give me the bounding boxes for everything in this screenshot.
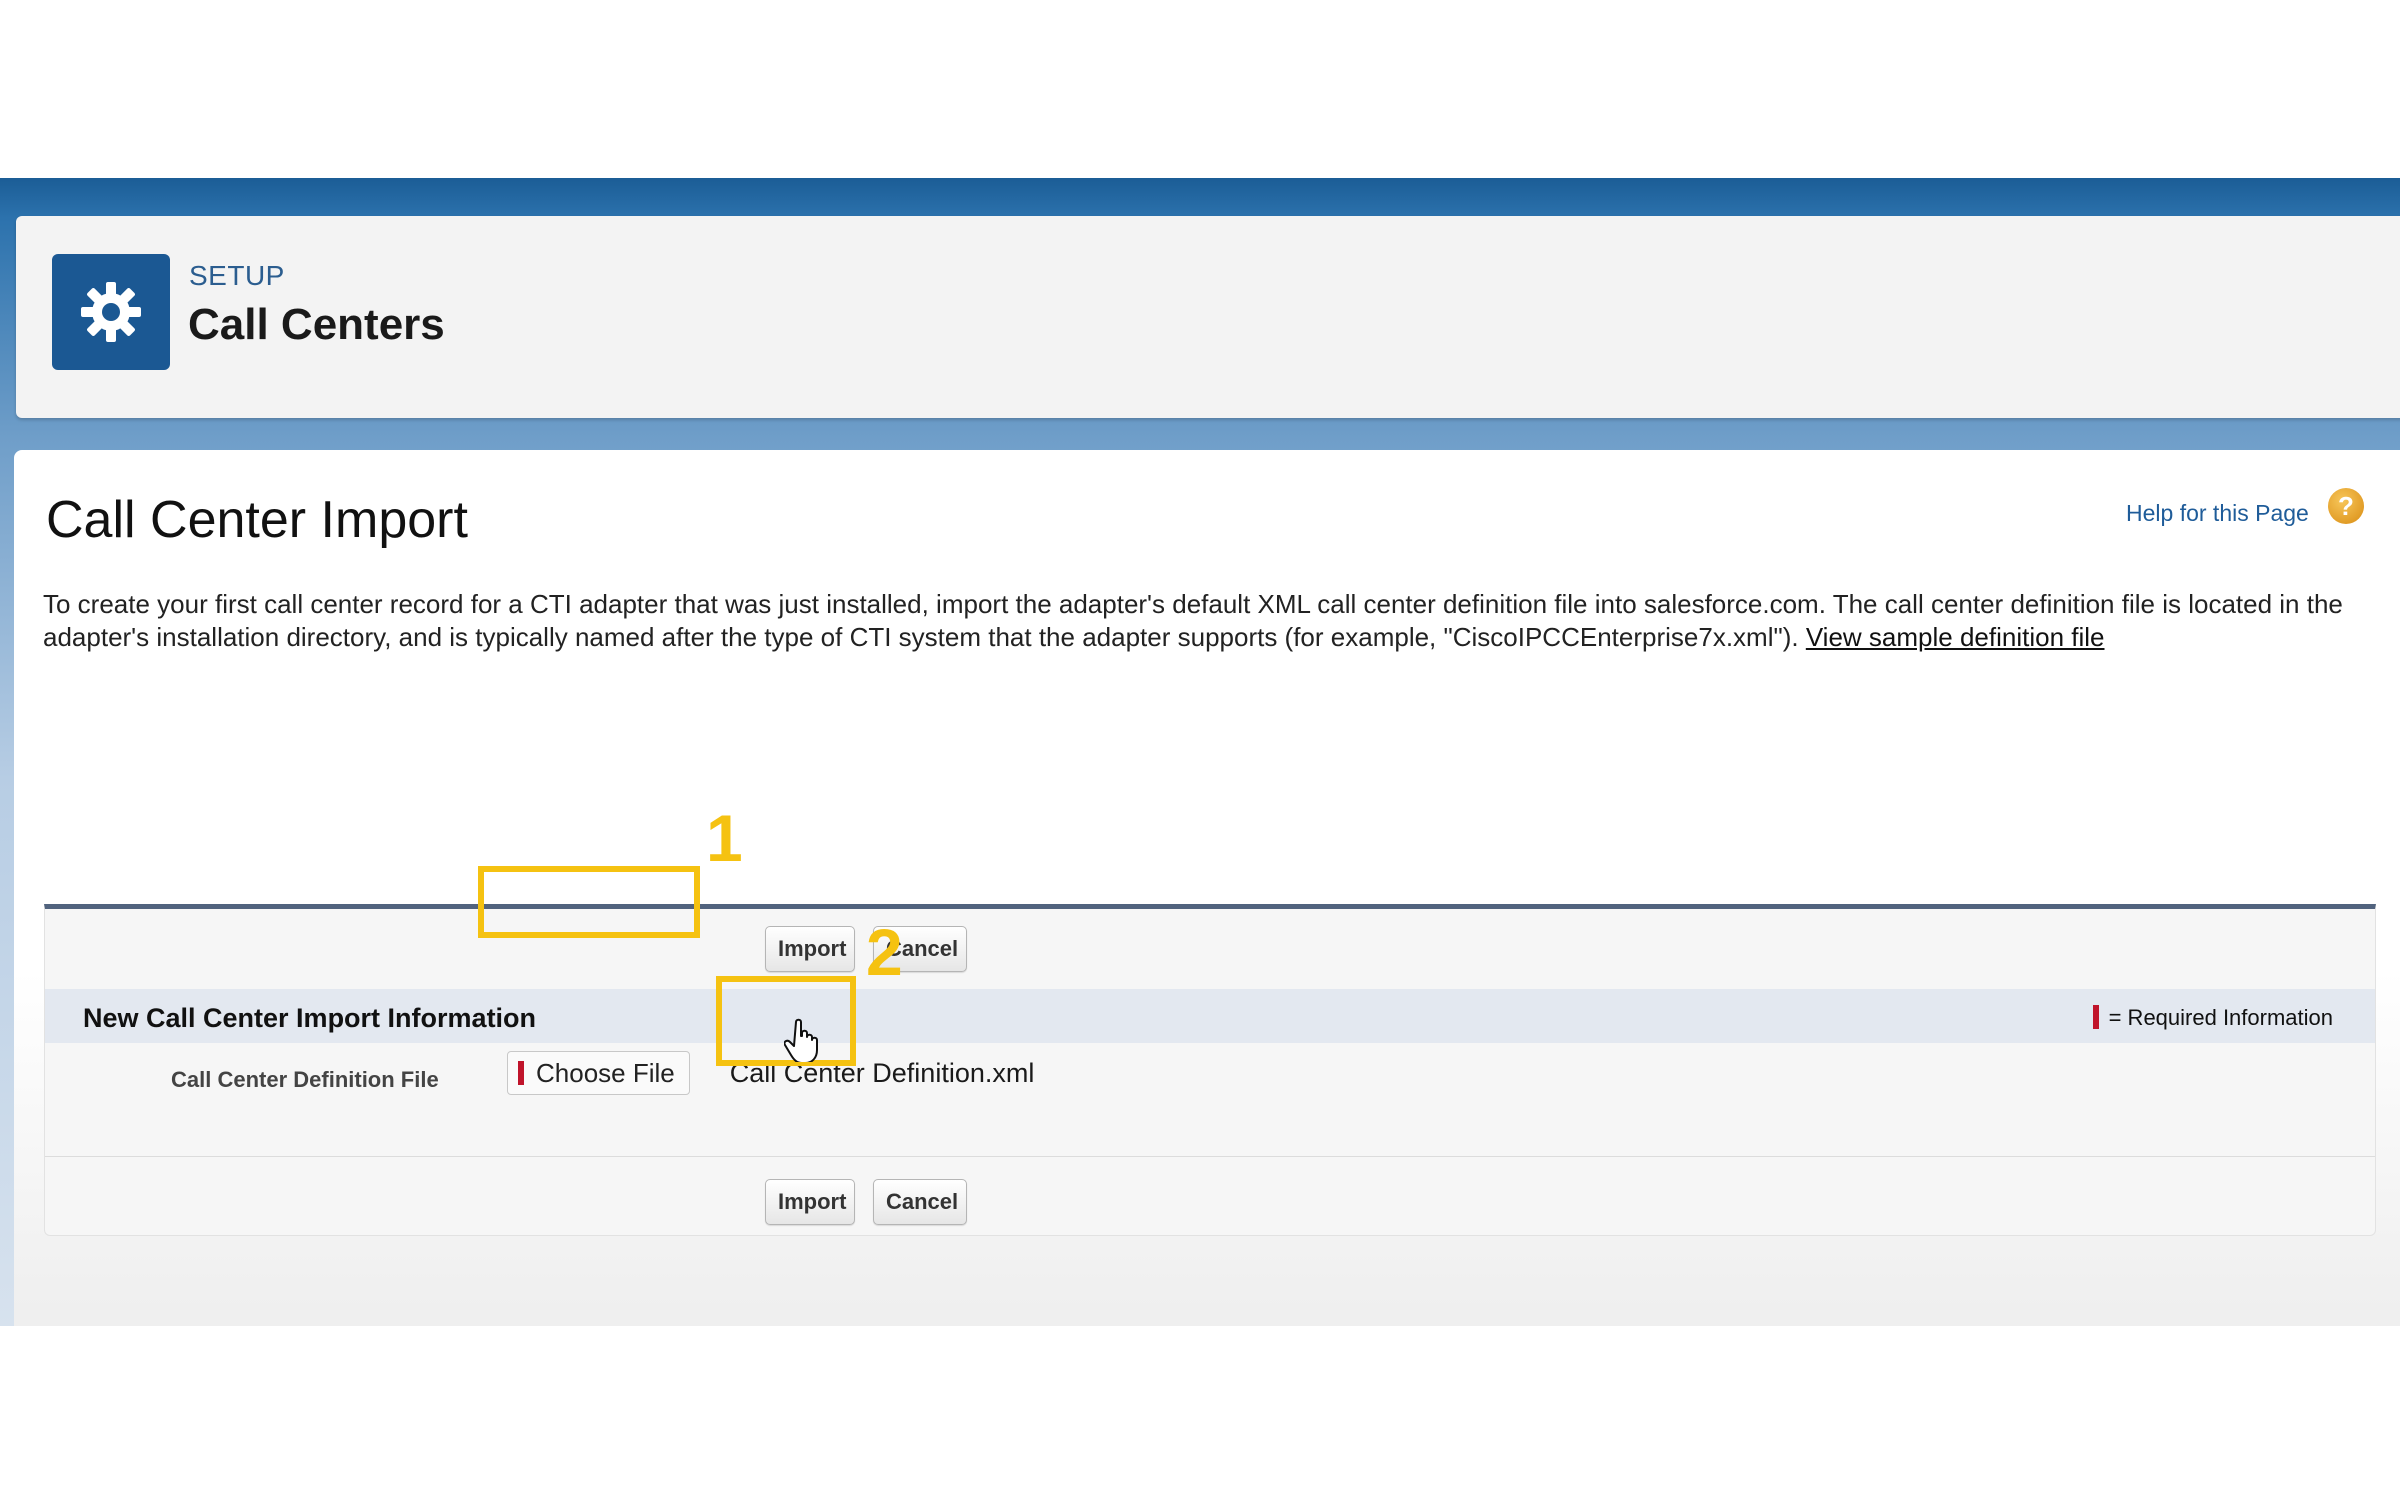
question-icon[interactable]: ?: [2328, 488, 2364, 524]
choose-file-label: Choose File: [536, 1057, 675, 1088]
import-button-bottom[interactable]: Import: [765, 1179, 855, 1225]
definition-file-label: Call Center Definition File: [171, 1067, 439, 1092]
required-legend: = Required Information: [2092, 1005, 2333, 1031]
view-sample-definition-link[interactable]: View sample definition file: [1806, 622, 2105, 652]
import-button-top[interactable]: Import: [765, 926, 855, 972]
import-form: Import Cancel New Call Center Import Inf…: [44, 904, 2376, 1236]
page-title: Call Center Import: [46, 491, 468, 549]
section-header: New Call Center Import Information = Req…: [45, 989, 2375, 1043]
required-marker: [2092, 1005, 2099, 1029]
step1-number: 1: [706, 801, 743, 875]
main-panel: Call Center Import Help for this Page ? …: [14, 450, 2400, 1326]
help-for-this-page-link[interactable]: Help for this Page: [2126, 500, 2309, 527]
form-divider: [45, 1156, 2375, 1157]
hand-cursor-icon: [784, 1018, 818, 1062]
required-marker: [518, 1061, 524, 1085]
step2-number: 2: [866, 915, 903, 989]
choose-file-button[interactable]: Choose File: [507, 1051, 690, 1095]
required-legend-text: = Required Information: [2108, 1005, 2333, 1030]
setup-kicker: SETUP: [189, 260, 285, 291]
section-title: New Call Center Import Information: [83, 1003, 537, 1033]
setup-title: Call Centers: [188, 300, 445, 349]
setup-icon-tile: [52, 254, 170, 370]
gear-icon: [81, 282, 141, 342]
cancel-button-bottom[interactable]: Cancel: [873, 1179, 967, 1225]
page-description: To create your first call center record …: [43, 588, 2400, 654]
setup-header: SETUP Call Centers: [16, 216, 2400, 418]
app-frame: SETUP Call Centers Call Center Import He…: [0, 178, 2400, 1326]
step1-highlight-box: [478, 866, 700, 938]
